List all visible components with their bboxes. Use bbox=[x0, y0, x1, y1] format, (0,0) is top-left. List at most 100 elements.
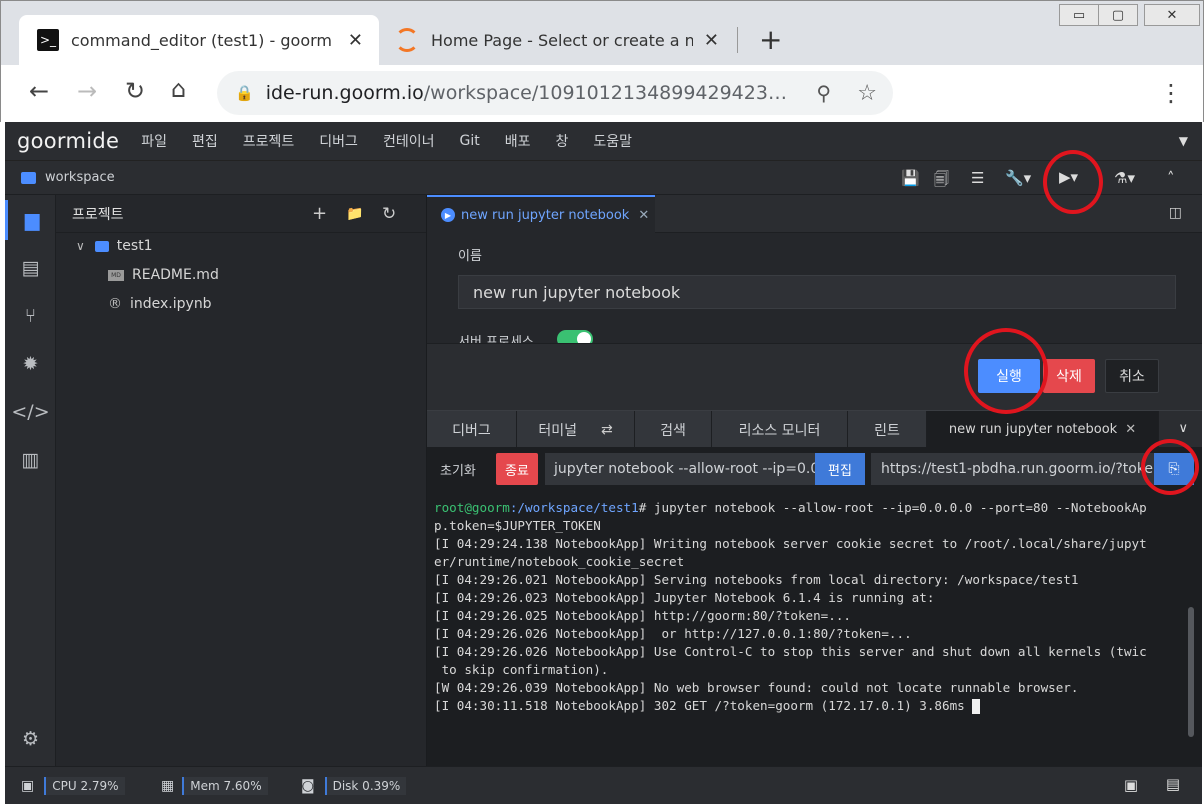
delete-button[interactable]: 삭제 bbox=[1043, 359, 1095, 393]
project-panel-header: 프로젝트 + 📁 ↻ bbox=[56, 195, 426, 233]
tab-run-output[interactable]: new run jupyter notebook ✕ bbox=[927, 411, 1159, 448]
menu-project[interactable]: 프로젝트 bbox=[243, 131, 295, 151]
refresh-icon[interactable]: ↻ bbox=[382, 204, 396, 224]
run-button[interactable]: 실행 bbox=[978, 359, 1040, 393]
split-view-icon[interactable]: ◫ bbox=[1169, 205, 1182, 221]
menu-container[interactable]: 컨테이너 bbox=[383, 131, 435, 151]
terminal-line: to skip confirmation). bbox=[434, 662, 609, 677]
collapse-toolbar-icon[interactable]: ˄ bbox=[1167, 169, 1175, 187]
terminal-line: [I 04:29:26.023 NotebookApp] Jupyter Not… bbox=[434, 590, 935, 605]
zoom-icon[interactable]: ⚲ bbox=[816, 81, 831, 105]
maximize-button[interactable]: ▢ bbox=[1098, 4, 1138, 26]
back-icon[interactable]: ← bbox=[29, 77, 49, 105]
name-input[interactable]: new run jupyter notebook bbox=[458, 275, 1176, 309]
home-icon[interactable]: ⌂ bbox=[171, 75, 186, 103]
cpu-value: CPU 2.79% bbox=[44, 777, 125, 795]
bookmark-star-icon[interactable]: ☆ bbox=[857, 81, 877, 106]
outline-icon[interactable]: ▤ bbox=[5, 248, 56, 288]
close-icon[interactable]: ✕ bbox=[638, 208, 649, 223]
window-close-button[interactable]: ✕ bbox=[1144, 4, 1200, 26]
disk-value: Disk 0.39% bbox=[324, 777, 407, 795]
tab-lint[interactable]: 린트 bbox=[848, 411, 927, 448]
layout-icon[interactable]: ▣ bbox=[1124, 776, 1138, 794]
tab-resource-monitor[interactable]: 리소스 모니터 bbox=[712, 411, 848, 448]
browser-tab-active[interactable]: >_ command_editor (test1) - goormIDE ✕ bbox=[19, 15, 379, 65]
lock-icon: 🔒 bbox=[235, 84, 254, 102]
command-field[interactable]: jupyter notebook --allow-root --ip=0.0.0… bbox=[545, 453, 815, 485]
menu-help[interactable]: 도움말 bbox=[593, 131, 632, 151]
status-bar: ▣ CPU 2.79% ▦ Mem 7.60% ◙ Disk 0.39% ▣ ▤ bbox=[5, 766, 1202, 804]
jupyter-icon bbox=[395, 28, 419, 52]
chat-icon[interactable]: ▤ bbox=[1166, 775, 1180, 793]
library-icon[interactable]: ▥ bbox=[5, 440, 56, 480]
stop-button[interactable]: 종료 bbox=[496, 453, 538, 485]
close-icon[interactable]: ✕ bbox=[1125, 422, 1136, 437]
tab-divider bbox=[737, 27, 738, 53]
code-icon[interactable]: </> bbox=[5, 392, 56, 432]
project-panel: 프로젝트 + 📁 ↻ ∨ test1 MD README.md ® index.… bbox=[56, 195, 427, 766]
new-tab-button[interactable]: + bbox=[759, 23, 782, 56]
tree-label: index.ipynb bbox=[130, 296, 212, 312]
switch-icon[interactable]: ⇄ bbox=[601, 422, 613, 438]
activity-bar: ▆ ▤ ⑂ ✹ </> ▥ ⚙ bbox=[5, 195, 56, 766]
test-flask-icon[interactable]: ⚗▾ bbox=[1114, 169, 1135, 187]
copy-icon: ⎘ bbox=[1168, 461, 1180, 477]
menu-file[interactable]: 파일 bbox=[141, 131, 167, 151]
terminal-output[interactable]: root@goorm:/workspace/test1# jupyter not… bbox=[427, 491, 1202, 766]
memory-icon: ▦ bbox=[161, 778, 175, 794]
menu-deploy[interactable]: 배포 bbox=[505, 131, 531, 151]
tab-terminal-label: 터미널 bbox=[538, 422, 577, 439]
terminal-line: [I 04:30:11.518 NotebookApp] 302 GET /?t… bbox=[434, 698, 965, 713]
tree-file-readme[interactable]: MD README.md bbox=[108, 267, 219, 283]
close-icon[interactable]: ✕ bbox=[348, 30, 363, 51]
minimize-button[interactable]: ▭ bbox=[1059, 4, 1099, 26]
tab-terminal[interactable]: 터미널 ⇄ bbox=[517, 411, 635, 448]
terminal-line: [I 04:29:26.026 NotebookApp] Use Control… bbox=[434, 644, 1147, 659]
reset-button[interactable]: 초기화 bbox=[440, 460, 476, 479]
save-icon[interactable]: 💾 bbox=[901, 169, 920, 187]
menu-collapse-icon[interactable]: ▼ bbox=[1179, 134, 1188, 148]
reload-icon[interactable]: ↻ bbox=[125, 77, 145, 105]
edit-command-button[interactable]: 편집 bbox=[815, 453, 865, 485]
tree-label: test1 bbox=[116, 238, 153, 254]
close-icon[interactable]: ✕ bbox=[704, 30, 719, 51]
menu-git[interactable]: Git bbox=[459, 133, 479, 149]
git-branch-icon[interactable]: ⑂ bbox=[5, 296, 56, 336]
menu-window[interactable]: 창 bbox=[555, 131, 568, 151]
add-icon[interactable]: + bbox=[312, 203, 327, 224]
menu-edit[interactable]: 편집 bbox=[192, 131, 218, 151]
command-text: jupyter notebook --allow-root --ip=0.0.0… bbox=[554, 461, 815, 477]
play-circle-icon: ▶ bbox=[441, 208, 455, 222]
tab-search[interactable]: 검색 bbox=[635, 411, 712, 448]
browser-tab[interactable]: Home Page - Select or create a notebook … bbox=[381, 15, 731, 65]
workspace-icon bbox=[21, 172, 36, 184]
terminal-scrollbar[interactable] bbox=[1188, 607, 1194, 737]
run-icon[interactable]: ▶▾ bbox=[1059, 168, 1078, 186]
terminal-line: [I 04:29:24.138 NotebookApp] Writing not… bbox=[434, 536, 1147, 551]
find-icon[interactable]: ☰ bbox=[971, 169, 984, 187]
browser-menu-icon[interactable]: ⋮ bbox=[1159, 79, 1183, 107]
save-all-icon[interactable]: 🗐 bbox=[934, 169, 949, 194]
editor-tab-label: new run jupyter notebook bbox=[461, 207, 630, 223]
forward-icon[interactable]: → bbox=[77, 77, 97, 105]
tree-folder-test1[interactable]: ∨ test1 bbox=[76, 238, 153, 254]
project-explorer-icon[interactable]: ▆ bbox=[5, 200, 56, 240]
cpu-status: ▣ CPU 2.79% bbox=[21, 777, 125, 795]
copy-url-button[interactable]: ⎘ bbox=[1154, 453, 1194, 485]
build-tools-icon[interactable]: 🔧▾ bbox=[1005, 169, 1031, 187]
run-url-text: https://test1-pbdha.run.goorm.io/?token bbox=[881, 461, 1154, 477]
menu-debug[interactable]: 디버그 bbox=[319, 131, 358, 151]
tab-debug[interactable]: 디버그 bbox=[427, 411, 517, 448]
editor-tab-run-config[interactable]: ▶ new run jupyter notebook ✕ bbox=[427, 195, 655, 233]
tree-file-notebook[interactable]: ® index.ipynb bbox=[108, 296, 212, 312]
cancel-button[interactable]: 취소 bbox=[1105, 359, 1159, 393]
folder-icon bbox=[94, 240, 109, 252]
debug-bug-icon[interactable]: ✹ bbox=[5, 344, 56, 384]
settings-gear-icon[interactable]: ⚙ bbox=[5, 719, 56, 759]
url-field[interactable]: https://test1-pbdha.run.goorm.io/?token bbox=[871, 453, 1154, 485]
chevron-down-icon[interactable]: ∨ bbox=[1178, 421, 1188, 436]
markdown-file-icon: MD bbox=[108, 269, 124, 281]
url-field[interactable]: 🔒 ide-run.goorm.io /workspace/1091012134… bbox=[217, 71, 893, 115]
run-config-form: 이름 new run jupyter notebook 서버 프로세스 bbox=[427, 233, 1202, 350]
add-folder-icon[interactable]: 📁 bbox=[346, 206, 363, 222]
